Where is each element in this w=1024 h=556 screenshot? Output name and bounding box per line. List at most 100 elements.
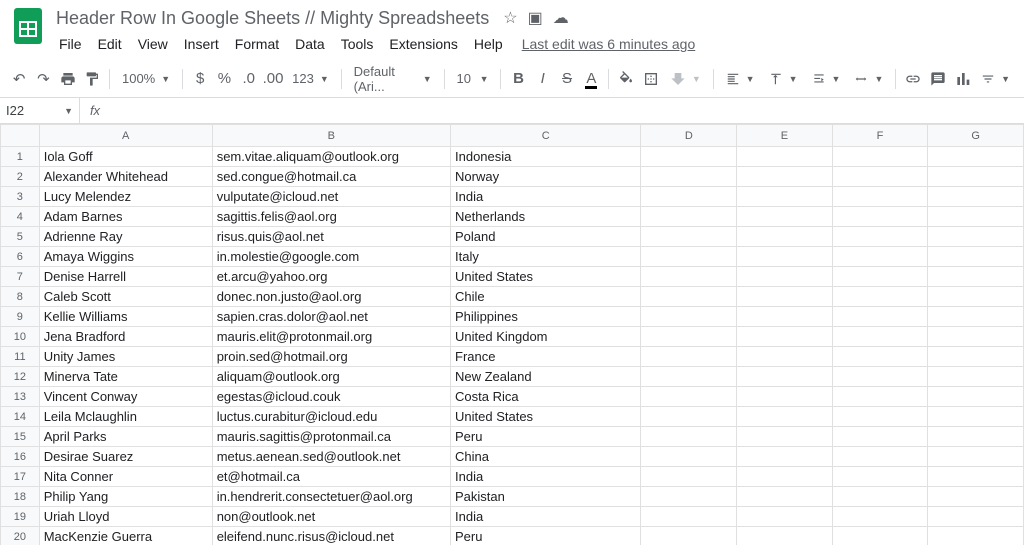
cell[interactable]: Peru <box>451 527 641 546</box>
doc-title[interactable]: Header Row In Google Sheets // Mighty Sp… <box>52 6 493 31</box>
cell[interactable] <box>737 247 833 267</box>
cell[interactable]: April Parks <box>39 427 212 447</box>
text-wrap-button[interactable]: ▼ <box>806 67 847 91</box>
cell[interactable] <box>928 147 1024 167</box>
cell[interactable]: China <box>451 447 641 467</box>
cell[interactable] <box>832 287 928 307</box>
cell[interactable] <box>832 167 928 187</box>
cell[interactable] <box>832 347 928 367</box>
cell[interactable]: Desirae Suarez <box>39 447 212 467</box>
cell[interactable] <box>641 307 737 327</box>
cell[interactable]: Nita Conner <box>39 467 212 487</box>
cell[interactable] <box>641 247 737 267</box>
col-header-B[interactable]: B <box>212 125 450 147</box>
formula-input[interactable] <box>110 98 1024 123</box>
decrease-decimal-button[interactable]: .0 <box>238 66 260 92</box>
cell[interactable] <box>928 367 1024 387</box>
cell[interactable]: mauris.elit@protonmail.org <box>212 327 450 347</box>
cell[interactable] <box>832 367 928 387</box>
col-header-G[interactable]: G <box>928 125 1024 147</box>
row-header[interactable]: 19 <box>1 507 40 527</box>
cell[interactable] <box>641 227 737 247</box>
row-header[interactable]: 1 <box>1 147 40 167</box>
row-header[interactable]: 5 <box>1 227 40 247</box>
cell[interactable] <box>928 387 1024 407</box>
cell[interactable]: Amaya Wiggins <box>39 247 212 267</box>
cell[interactable] <box>737 287 833 307</box>
cell[interactable]: Adrienne Ray <box>39 227 212 247</box>
cell[interactable] <box>928 507 1024 527</box>
move-icon[interactable]: ▣ <box>528 8 543 28</box>
paint-format-button[interactable] <box>81 66 103 92</box>
menu-data[interactable]: Data <box>288 34 332 54</box>
bold-button[interactable]: B <box>507 66 529 92</box>
cell[interactable]: Pakistan <box>451 487 641 507</box>
row-header[interactable]: 18 <box>1 487 40 507</box>
cell[interactable] <box>737 427 833 447</box>
cell[interactable] <box>737 327 833 347</box>
cell[interactable] <box>641 427 737 447</box>
cell[interactable]: sed.congue@hotmail.ca <box>212 167 450 187</box>
horizontal-align-button[interactable]: ▼ <box>720 67 761 91</box>
grid[interactable]: ABCDEFG 1Iola Goffsem.vitae.aliquam@outl… <box>0 124 1024 545</box>
cell[interactable] <box>928 167 1024 187</box>
cell[interactable] <box>641 367 737 387</box>
cell[interactable] <box>832 227 928 247</box>
row-header[interactable]: 2 <box>1 167 40 187</box>
cell[interactable]: Minerva Tate <box>39 367 212 387</box>
cell[interactable] <box>641 267 737 287</box>
menu-file[interactable]: File <box>52 34 89 54</box>
cell[interactable] <box>832 447 928 467</box>
cell[interactable]: India <box>451 187 641 207</box>
cell[interactable] <box>641 347 737 367</box>
cell[interactable] <box>928 247 1024 267</box>
cell[interactable]: Adam Barnes <box>39 207 212 227</box>
col-header-C[interactable]: C <box>451 125 641 147</box>
cell[interactable]: risus.quis@aol.net <box>212 227 450 247</box>
cell[interactable] <box>928 527 1024 546</box>
cell[interactable] <box>737 187 833 207</box>
cell[interactable] <box>737 527 833 546</box>
cell[interactable] <box>737 367 833 387</box>
menu-format[interactable]: Format <box>228 34 286 54</box>
cell[interactable] <box>832 387 928 407</box>
cell[interactable] <box>928 407 1024 427</box>
vertical-align-button[interactable]: ▼ <box>763 67 804 91</box>
cell[interactable]: Vincent Conway <box>39 387 212 407</box>
cell[interactable] <box>641 407 737 427</box>
menu-edit[interactable]: Edit <box>91 34 129 54</box>
merge-button[interactable]: ▼ <box>664 67 707 91</box>
increase-decimal-button[interactable]: .00 <box>262 66 284 92</box>
cell[interactable] <box>737 207 833 227</box>
cell[interactable]: sagittis.felis@aol.org <box>212 207 450 227</box>
insert-comment-button[interactable] <box>927 66 949 92</box>
cell[interactable] <box>928 467 1024 487</box>
cell[interactable]: MacKenzie Guerra <box>39 527 212 546</box>
cell[interactable] <box>928 327 1024 347</box>
cell[interactable]: United States <box>451 267 641 287</box>
cell[interactable]: sapien.cras.dolor@aol.net <box>212 307 450 327</box>
cell[interactable] <box>832 507 928 527</box>
cell[interactable] <box>641 507 737 527</box>
cell[interactable]: Kellie Williams <box>39 307 212 327</box>
cell[interactable] <box>737 307 833 327</box>
cell[interactable]: Alexander Whitehead <box>39 167 212 187</box>
menu-help[interactable]: Help <box>467 34 510 54</box>
cell[interactable] <box>832 307 928 327</box>
menu-tools[interactable]: Tools <box>334 34 381 54</box>
cell[interactable]: Chile <box>451 287 641 307</box>
cell[interactable]: aliquam@outlook.org <box>212 367 450 387</box>
cell[interactable]: India <box>451 507 641 527</box>
cell[interactable] <box>737 387 833 407</box>
undo-button[interactable]: ↶ <box>8 66 30 92</box>
strikethrough-button[interactable]: S <box>556 66 578 92</box>
last-edit-link[interactable]: Last edit was 6 minutes ago <box>522 36 696 52</box>
cell[interactable] <box>641 287 737 307</box>
cell[interactable]: et.arcu@yahoo.org <box>212 267 450 287</box>
cell[interactable] <box>737 267 833 287</box>
print-button[interactable] <box>57 66 79 92</box>
cell[interactable]: egestas@icloud.couk <box>212 387 450 407</box>
cell[interactable] <box>832 407 928 427</box>
filter-button[interactable]: ▼ <box>975 67 1016 91</box>
cell[interactable] <box>832 467 928 487</box>
